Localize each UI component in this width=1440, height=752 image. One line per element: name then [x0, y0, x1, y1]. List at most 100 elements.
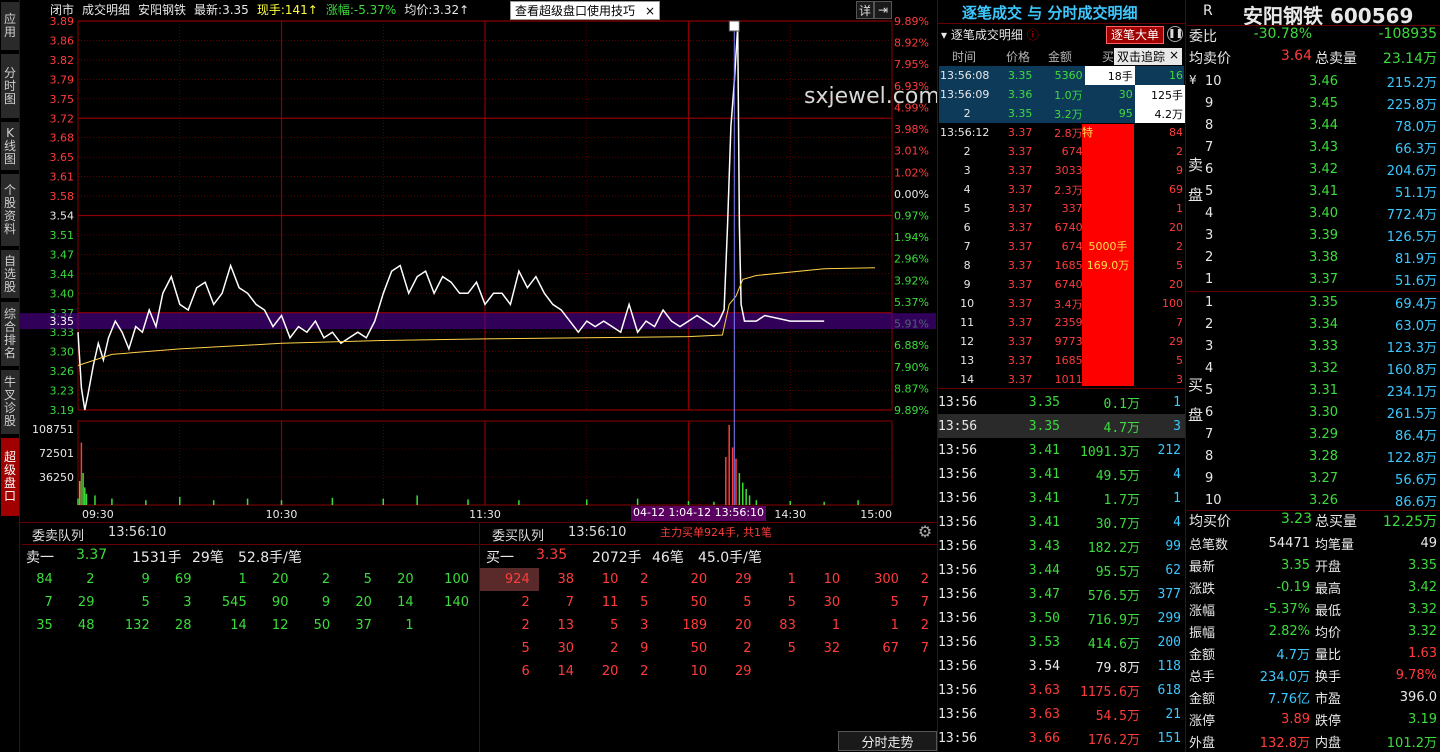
stat-cell: 金额	[1189, 691, 1216, 707]
stat-row: 金额 7.76亿 市盈 396.0	[1187, 686, 1440, 708]
tick-cell: 7	[1176, 316, 1183, 329]
big-trade-cell: 414.6万	[1087, 636, 1140, 652]
stat-cell: 3.35	[1281, 557, 1310, 573]
tick-cell: 13:56:12	[940, 126, 990, 139]
big-trade-cell: 576.5万	[1087, 588, 1140, 604]
sells-level[interactable]: 8 3.44 78.0万	[1201, 114, 1440, 136]
stat-cell: 3.42	[1408, 579, 1437, 595]
big-trade-cell: 4	[1173, 466, 1181, 482]
y-tick-label: 3.44	[50, 268, 75, 281]
left-tab-6[interactable]: 综合排名	[1, 302, 19, 366]
queue-cell: 5	[890, 595, 899, 610]
left-tab-4[interactable]: 个股资料	[1, 174, 19, 246]
track-popup[interactable]: 双击追踪 ×	[1114, 48, 1182, 65]
stat-row: 涨跌 -0.19 最高 3.42	[1187, 576, 1440, 598]
big-trade-cell: 13:56	[938, 658, 978, 674]
stat-cell: 市盈	[1315, 691, 1342, 707]
tick-tab[interactable]: ▾ 逐笔成交明细 ⓘ	[941, 26, 1039, 43]
popup-close-icon[interactable]: ×	[1169, 48, 1179, 65]
big-trade-row[interactable]: 13:56 3.35 4.7万 3	[938, 414, 1185, 438]
tick-cell: 337	[1061, 202, 1083, 215]
buys-level[interactable]: 9 3.27 56.6万	[1201, 467, 1440, 489]
sells-level[interactable]: 6 3.42 204.6万	[1201, 158, 1440, 180]
sells-level[interactable]: 10 3.46 215.2万	[1201, 70, 1440, 92]
big-trade-row[interactable]: 13:56 3.53 414.6万 200	[938, 630, 1185, 654]
left-tab-3[interactable]: K线图	[1, 122, 19, 170]
track-popup-label[interactable]: 双击追踪	[1117, 48, 1165, 65]
tick-tab-label[interactable]: 逐笔成交明细	[951, 28, 1023, 42]
big-trade-cell: 13:56	[938, 538, 978, 554]
sells-level[interactable]: 9 3.45 225.8万	[1201, 92, 1440, 114]
tip-text[interactable]: 查看超级盘口使用技巧	[515, 2, 635, 19]
sells-level[interactable]: 7 3.43 66.3万	[1201, 136, 1440, 158]
tick-cell: 3.2万	[1054, 107, 1083, 121]
big-trade-row[interactable]: 13:56 3.63 1175.6万 618	[938, 678, 1185, 702]
big-trade-row[interactable]: 13:56 3.41 1091.3万 212	[938, 438, 1185, 462]
buys-level[interactable]: 5 3.31 234.1万	[1201, 379, 1440, 401]
buys-level[interactable]: 1 3.35 69.4万	[1201, 291, 1440, 313]
pause-icon[interactable]: ❚❚	[1167, 26, 1183, 42]
stat-cell: 3.19	[1408, 711, 1437, 727]
tip-banner[interactable]: 查看超级盘口使用技巧 ×	[510, 1, 660, 20]
big-trade-row[interactable]: 13:56 3.41 30.7万 4	[938, 510, 1185, 534]
queue-cell: 9	[640, 641, 649, 656]
buys-level[interactable]: 4 3.32 160.8万	[1201, 357, 1440, 379]
tick-cell: 5	[963, 202, 971, 215]
queue-cell: 14	[230, 618, 247, 633]
big-trade-row[interactable]: 13:56 3.47 576.5万 377	[938, 582, 1185, 606]
buys-level[interactable]: 10 3.26 86.6万	[1201, 489, 1440, 511]
tip-close-icon[interactable]: ×	[645, 4, 655, 18]
tick-cell: 3.37	[1007, 278, 1033, 291]
sells-level[interactable]: 3 3.39 126.5万	[1201, 224, 1440, 246]
detail-button[interactable]: 详	[856, 1, 874, 19]
big-trade-row[interactable]: 13:56 3.54 79.8万 118	[938, 654, 1185, 678]
left-tab-2[interactable]: 分时图	[1, 54, 19, 118]
tick-cell	[1085, 313, 1135, 332]
big-trade-row[interactable]: 13:56 3.43 182.2万 99	[938, 534, 1185, 558]
sells-level[interactable]: 4 3.40 772.4万	[1201, 202, 1440, 224]
buys-level[interactable]: 6 3.30 261.5万	[1201, 401, 1440, 423]
pct-tick-label: 0.97%	[894, 210, 929, 223]
chg-value: -5.37%	[353, 2, 397, 17]
big-trade-row[interactable]: 13:56 3.44 95.5万 62	[938, 558, 1185, 582]
big-order-button[interactable]: 逐笔大单	[1106, 26, 1164, 44]
series-price-line	[77, 26, 825, 411]
buys-cell: 86.4万	[1395, 428, 1437, 444]
big-trade-row[interactable]: 13:56 3.66 176.2万 151	[938, 726, 1185, 750]
buys-cell: 9	[1205, 470, 1214, 486]
big-trade-row[interactable]: 13:56 3.41 49.5万 4	[938, 462, 1185, 486]
sells-level[interactable]: 2 3.38 81.9万	[1201, 246, 1440, 268]
sell-queue-time: 13:56:10	[108, 525, 167, 540]
big-trade-row[interactable]: 13:56 3.63 54.5万 21	[938, 702, 1185, 726]
buys-level[interactable]: 3 3.33 123.3万	[1201, 335, 1440, 357]
tick-cell: 20	[1169, 221, 1183, 234]
tick-cell: 9773	[1054, 335, 1083, 348]
big-trade-cell: 176.2万	[1087, 732, 1140, 748]
tick-row: 3 3.37 3033 9	[938, 161, 1185, 180]
big-trade-cell: 118	[1157, 658, 1181, 674]
buy-queue-table: 924 38 10 2 20 29 1 10 300 2 2 7 11 5 50 5 5 30 5 7 2 13 5 3 189…	[480, 568, 938, 683]
big-trade-row[interactable]: 13:56 3.35 0.1万 1	[938, 390, 1185, 414]
big-trade-row[interactable]: 13:56 3.41 1.7万 1	[938, 486, 1185, 510]
queue-cell: 132	[124, 618, 150, 633]
intraday-tab[interactable]: 分时走势	[838, 731, 937, 751]
left-tab-1[interactable]: 应用	[1, 2, 19, 50]
buys-level[interactable]: 2 3.34 63.0万	[1201, 313, 1440, 335]
sells-level[interactable]: 5 3.41 51.1万	[1201, 180, 1440, 202]
buys-level[interactable]: 7 3.29 86.4万	[1201, 423, 1440, 445]
big-trade-row[interactable]: 13:56 3.50 716.9万 299	[938, 606, 1185, 630]
export-arrow-icon[interactable]: ⇥	[874, 1, 892, 19]
buys-level[interactable]: 8 3.28 122.8万	[1201, 445, 1440, 467]
col-price: 价格	[1006, 50, 1031, 64]
stat-cell: 总手	[1189, 669, 1216, 685]
big-trade-cell: 13:56	[938, 730, 978, 746]
left-tab-5[interactable]: 自选股	[1, 250, 19, 298]
buy-queue-panel: 委买队列 13:56:10 买一 3.35 2072手 46笔 45.0手/笔 …	[479, 522, 938, 752]
left-tab-8[interactable]: 超级盘口	[1, 438, 19, 516]
sells-level[interactable]: 1 3.37 51.6万	[1201, 268, 1440, 290]
info-icon[interactable]: ⓘ	[1027, 28, 1039, 42]
stat-cell: 开盘	[1315, 559, 1342, 575]
vol-tick-label: 72501	[39, 447, 74, 460]
tick-cell: 2.3万	[1054, 183, 1083, 197]
left-tab-7[interactable]: 牛叉诊股	[1, 370, 19, 434]
